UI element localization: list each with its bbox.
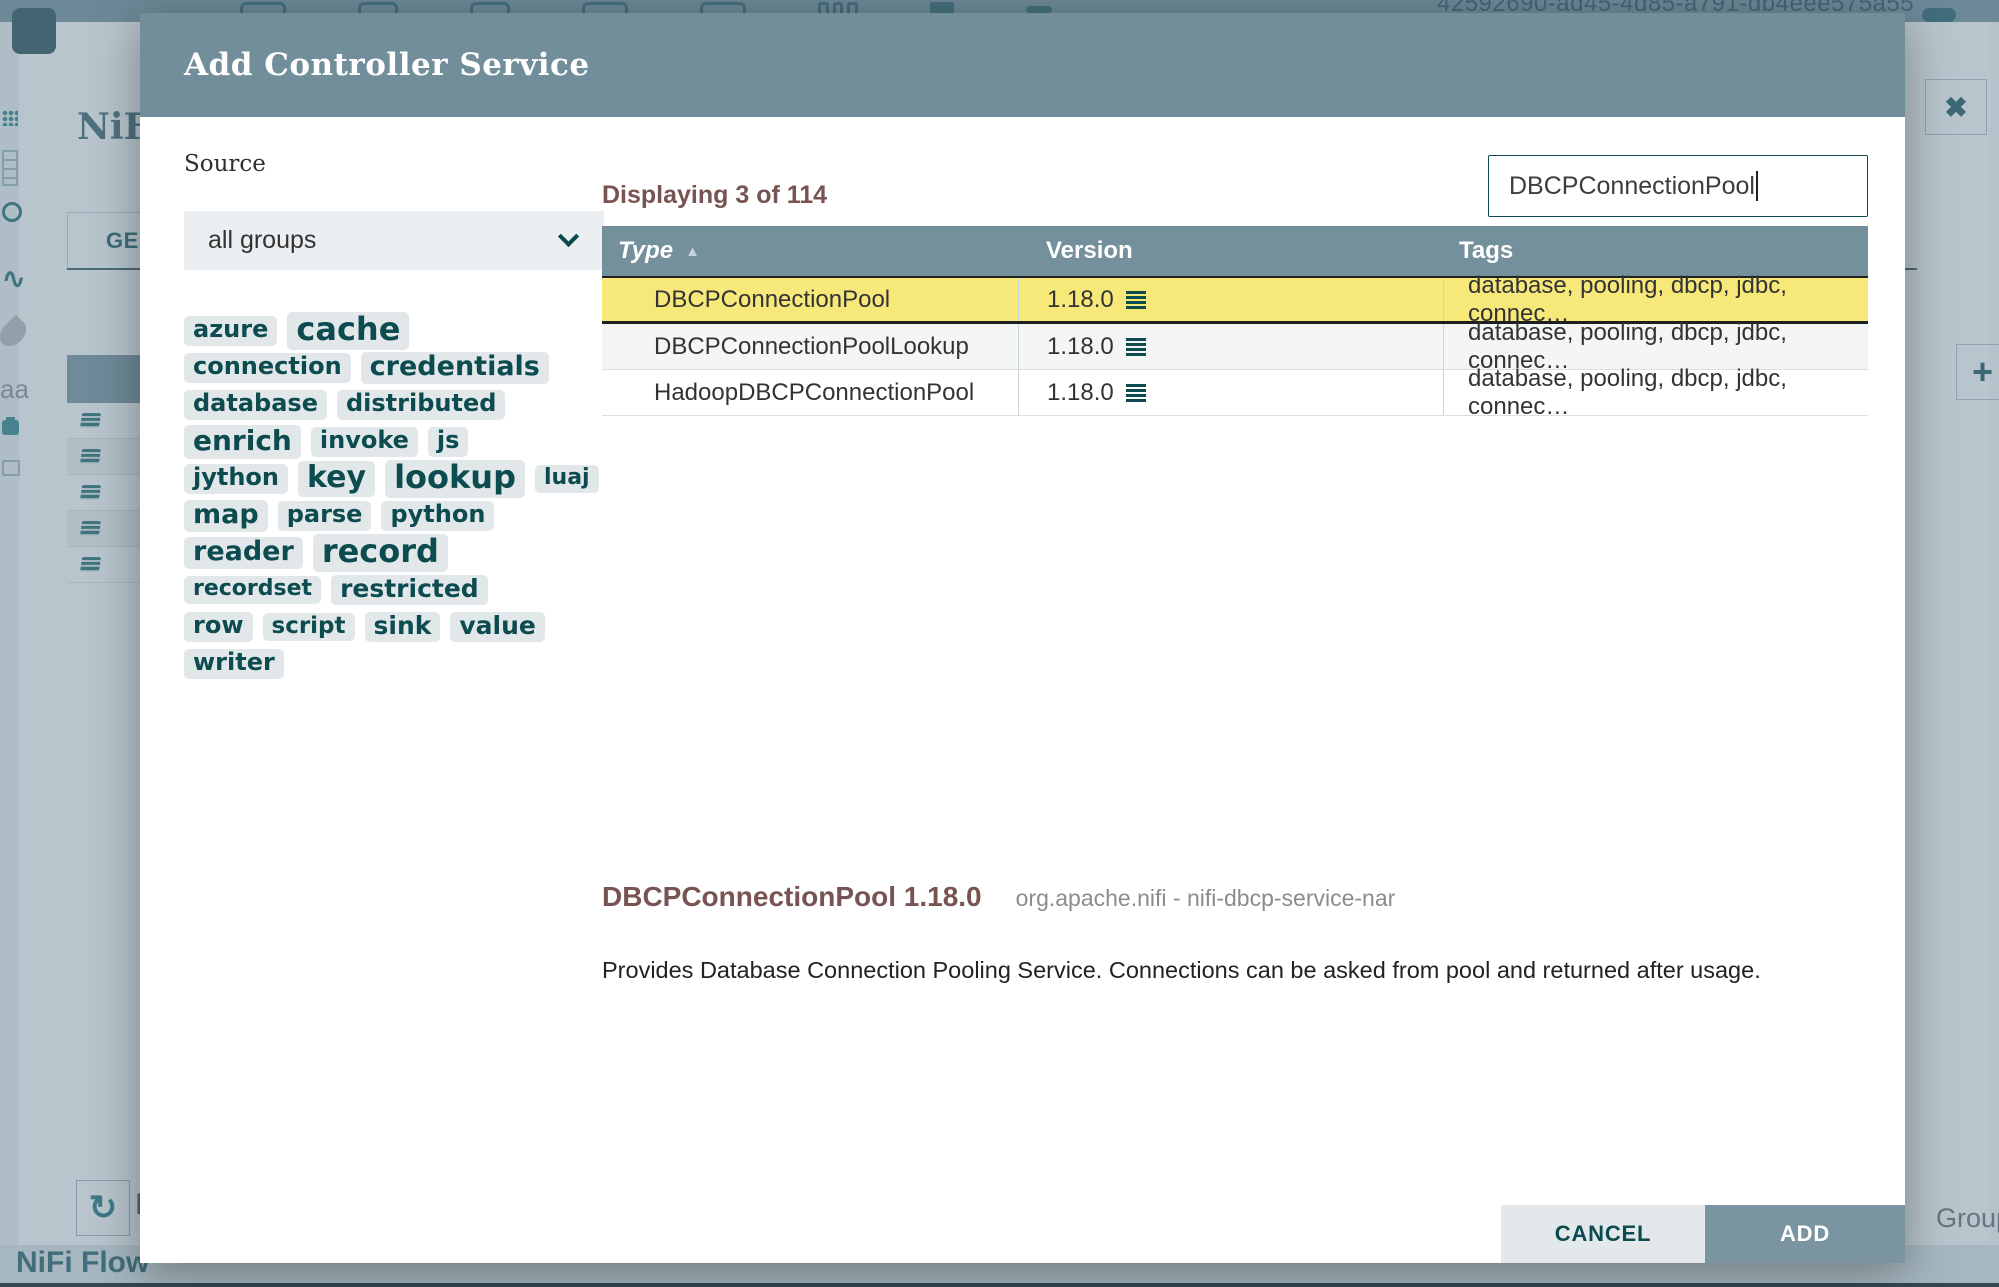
filter-input-value: DBCPConnectionPool <box>1509 171 1755 200</box>
table-body: DBCPConnectionPool 1.18.0 database, poolin… <box>602 272 1868 420</box>
tag-pill-luaj[interactable]: luaj <box>534 465 599 493</box>
source-group-value: all groups <box>208 226 317 254</box>
table-row-DBCPConnectionPool[interactable]: DBCPConnectionPool 1.18.0 database, poolin… <box>602 272 1868 327</box>
tags-header-label: Tags <box>1459 237 1514 264</box>
add-button[interactable]: ADD <box>1705 1205 1905 1263</box>
cancel-button[interactable]: CANCEL <box>1501 1205 1705 1263</box>
tag-pill-row[interactable]: row <box>184 612 253 642</box>
cell-tags: database, pooling, dbcp, jdbc, connec… <box>1443 365 1868 420</box>
tag-pill-python[interactable]: python <box>381 501 495 531</box>
sort-asc-icon: ▲ <box>685 242 700 260</box>
tag-pill-sink[interactable]: sink <box>364 611 441 643</box>
controller-service-types-table: Type ▲ Version Tags DBCPConnectionPool 1.… <box>602 226 1868 420</box>
tag-row: recordset restricted <box>184 572 629 608</box>
column-header-tags[interactable]: Tags <box>1443 237 1868 265</box>
cell-tags: database, pooling, dbcp, jdbc, connec… <box>1443 272 1868 327</box>
tag-pill-azure[interactable]: azure <box>184 316 278 346</box>
tag-pill-js[interactable]: js <box>427 427 469 457</box>
cell-type: HadoopDBCPConnectionPool <box>654 378 975 406</box>
chevron-down-icon <box>557 225 580 248</box>
tag-row: database distributed <box>184 387 629 423</box>
tag-pill-record[interactable]: record <box>312 534 448 572</box>
cell-version: 1.18.0 <box>1018 278 1443 321</box>
selected-service-detail: DBCPConnectionPool 1.18.0 org.apache.nif… <box>602 881 1395 913</box>
version-list-icon <box>1125 337 1146 356</box>
dialog-header: Add Controller Service <box>140 13 1905 117</box>
tag-row: enrich invoke js <box>184 424 629 460</box>
tag-pill-lookup[interactable]: lookup <box>385 460 525 498</box>
source-label: Source <box>184 151 266 177</box>
cell-version: 1.18.0 <box>1018 324 1443 369</box>
tag-pill-key[interactable]: key <box>298 461 376 497</box>
tag-row: reader record <box>184 534 629 572</box>
selected-service-title: DBCPConnectionPool 1.18.0 <box>602 881 982 912</box>
selected-service-description: Provides Database Connection Pooling Ser… <box>602 957 1761 983</box>
text-cursor <box>1755 171 1758 201</box>
tag-pill-writer[interactable]: writer <box>184 649 284 679</box>
tag-pill-credentials[interactable]: credentials <box>360 351 549 385</box>
dialog-title: Add Controller Service <box>184 47 590 83</box>
column-header-version[interactable]: Version <box>1018 237 1443 265</box>
version-value: 1.18.0 <box>1047 378 1114 406</box>
cell-tags: database, pooling, dbcp, jdbc, connec… <box>1443 319 1868 374</box>
tag-row: writer <box>184 646 629 682</box>
tag-pill-database[interactable]: database <box>184 390 327 420</box>
version-value: 1.18.0 <box>1047 332 1114 360</box>
version-list-icon <box>1125 383 1146 402</box>
tag-row: map parse python <box>184 498 629 534</box>
table-row-DBCPConnectionPoolLookup[interactable]: DBCPConnectionPoolLookup 1.18.0 database, … <box>602 319 1868 374</box>
tag-pill-parse[interactable]: parse <box>277 501 372 531</box>
result-count-text: Displaying 3 of 114 <box>602 181 828 209</box>
cell-type: DBCPConnectionPoolLookup <box>654 332 969 360</box>
tag-pill-invoke[interactable]: invoke <box>310 427 418 457</box>
tag-cloud: azure cache connection credentials database d… <box>184 312 629 683</box>
tag-pill-recordset[interactable]: recordset <box>184 576 322 604</box>
type-header-label: Type <box>618 237 674 264</box>
version-list-icon <box>1125 290 1146 309</box>
tag-row: jython key lookup luaj <box>184 460 629 498</box>
table-row-HadoopDBCPConnectionPool[interactable]: HadoopDBCPConnectionPool 1.18.0 database, … <box>602 365 1868 420</box>
version-value: 1.18.0 <box>1047 285 1114 313</box>
cell-version: 1.18.0 <box>1018 370 1443 415</box>
tag-pill-cache[interactable]: cache <box>287 312 410 350</box>
tag-pill-connection[interactable]: connection <box>184 353 351 383</box>
tag-row: azure cache <box>184 312 629 350</box>
source-group-select[interactable]: all groups <box>184 211 604 270</box>
tag-pill-script[interactable]: script <box>262 612 355 642</box>
tag-row: row script sink value <box>184 609 629 645</box>
cell-type: DBCPConnectionPool <box>654 285 891 313</box>
tag-pill-reader[interactable]: reader <box>184 536 303 570</box>
tag-row: connection credentials <box>184 350 629 386</box>
tag-pill-distributed[interactable]: distributed <box>336 390 506 420</box>
tag-pill-jython[interactable]: jython <box>184 464 289 494</box>
version-header-label: Version <box>1046 237 1133 264</box>
table-header-row: Type ▲ Version Tags <box>602 226 1868 278</box>
tag-pill-restricted[interactable]: restricted <box>331 574 488 606</box>
tag-pill-value[interactable]: value <box>450 611 545 643</box>
selected-service-bundle: org.apache.nifi - nifi-dbcp-service-nar <box>1015 885 1396 911</box>
tag-pill-map[interactable]: map <box>184 499 268 533</box>
tag-pill-enrich[interactable]: enrich <box>184 425 301 459</box>
add-controller-service-dialog: Add Controller Service Source all groups… <box>140 13 1905 1263</box>
type-filter-input[interactable]: DBCPConnectionPool <box>1488 155 1868 217</box>
column-header-type[interactable]: Type ▲ <box>602 237 1018 265</box>
